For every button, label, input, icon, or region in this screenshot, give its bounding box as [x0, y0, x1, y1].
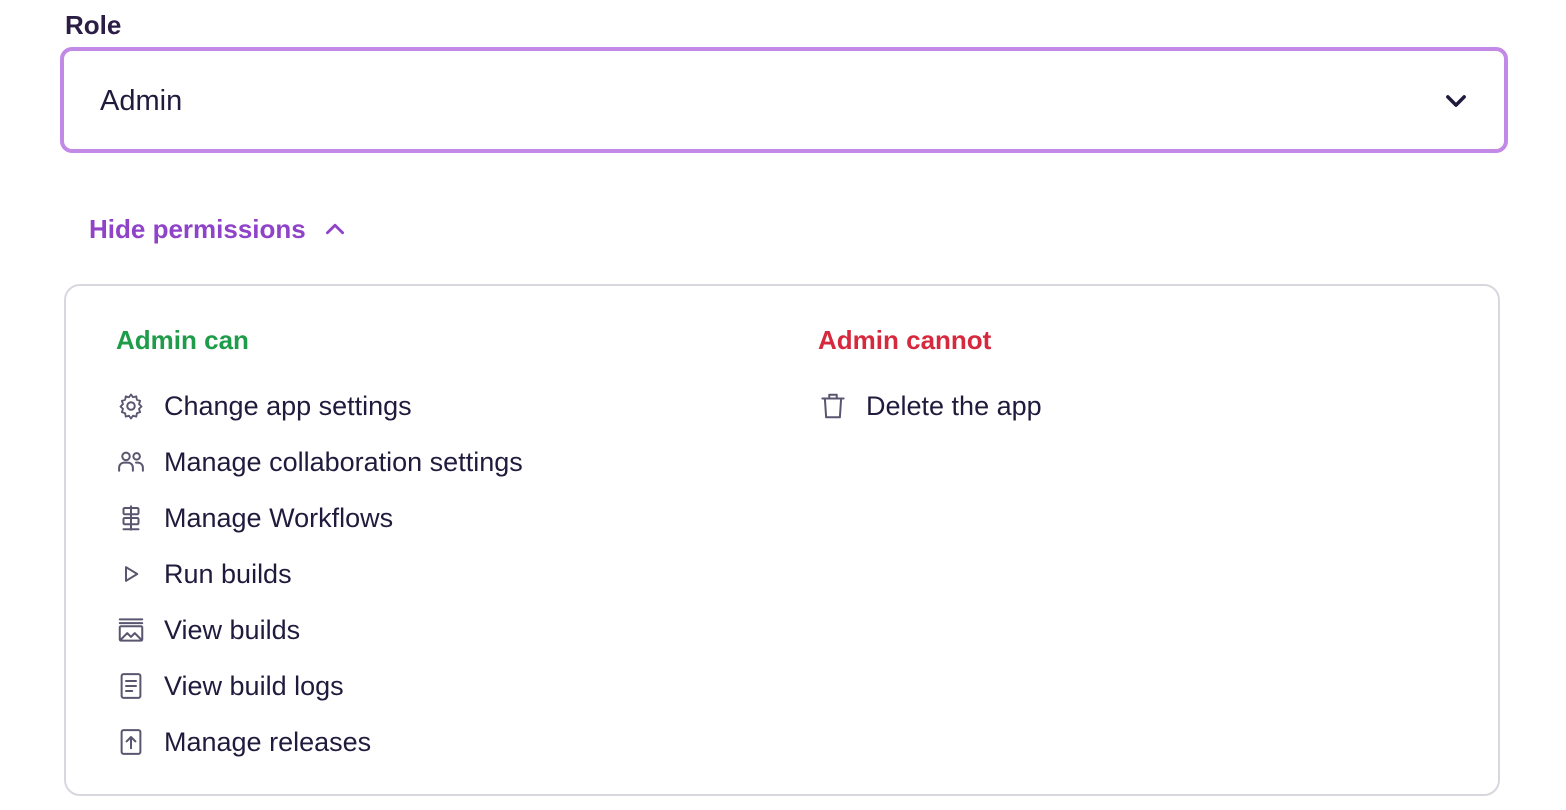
permission-run-builds: Run builds — [116, 546, 523, 602]
play-icon — [125, 566, 139, 582]
permission-label: Manage collaboration settings — [164, 447, 523, 477]
chevron-up-icon — [325, 223, 344, 235]
permission-view-build-logs: View build logs — [116, 658, 523, 714]
builds-icon — [118, 618, 144, 642]
document-icon — [120, 673, 142, 699]
permission-manage-releases: Manage releases — [116, 714, 523, 770]
admin-can-list: Change app settings Manage collaboration… — [116, 378, 523, 770]
permission-label: View builds — [164, 615, 301, 645]
hide-permissions-label: Hide permissions — [89, 214, 306, 244]
permission-label: Manage releases — [164, 727, 372, 757]
permissions-panel: Admin can Change app settings Manage col… — [64, 284, 1500, 796]
role-select-value: Admin — [100, 85, 183, 117]
role-permissions-section: Role Admin Hide permissions Admin can Ch… — [0, 0, 1566, 810]
hide-permissions-toggle[interactable]: Hide permissions — [89, 210, 348, 248]
users-icon — [118, 451, 144, 472]
admin-cannot-column: Admin cannot Delete the app — [818, 322, 1042, 434]
trash-icon — [821, 393, 845, 419]
gear-icon — [119, 393, 143, 420]
permission-manage-collaboration-settings: Manage collaboration settings — [116, 434, 523, 490]
permission-change-app-settings: Change app settings — [116, 378, 523, 434]
admin-can-column: Admin can Change app settings Manage col… — [116, 322, 523, 770]
admin-cannot-title: Admin cannot — [818, 325, 992, 355]
release-upload-icon — [120, 729, 142, 755]
permission-label: Change app settings — [164, 391, 412, 421]
workflow-icon — [122, 505, 140, 531]
permission-label: Delete the app — [866, 391, 1042, 421]
permission-manage-workflows: Manage Workflows — [116, 490, 523, 546]
permission-delete-the-app: Delete the app — [818, 378, 1042, 434]
admin-cannot-list: Delete the app — [818, 378, 1042, 434]
permission-view-builds: View builds — [116, 602, 523, 658]
admin-can-title: Admin can — [116, 325, 249, 355]
role-field-label: Role — [65, 10, 122, 40]
permission-label: Manage Workflows — [164, 503, 394, 533]
chevron-down-icon — [1446, 95, 1466, 107]
role-select[interactable]: Admin — [60, 47, 1508, 153]
permission-label: Run builds — [164, 559, 292, 589]
permission-label: View build logs — [164, 671, 344, 701]
